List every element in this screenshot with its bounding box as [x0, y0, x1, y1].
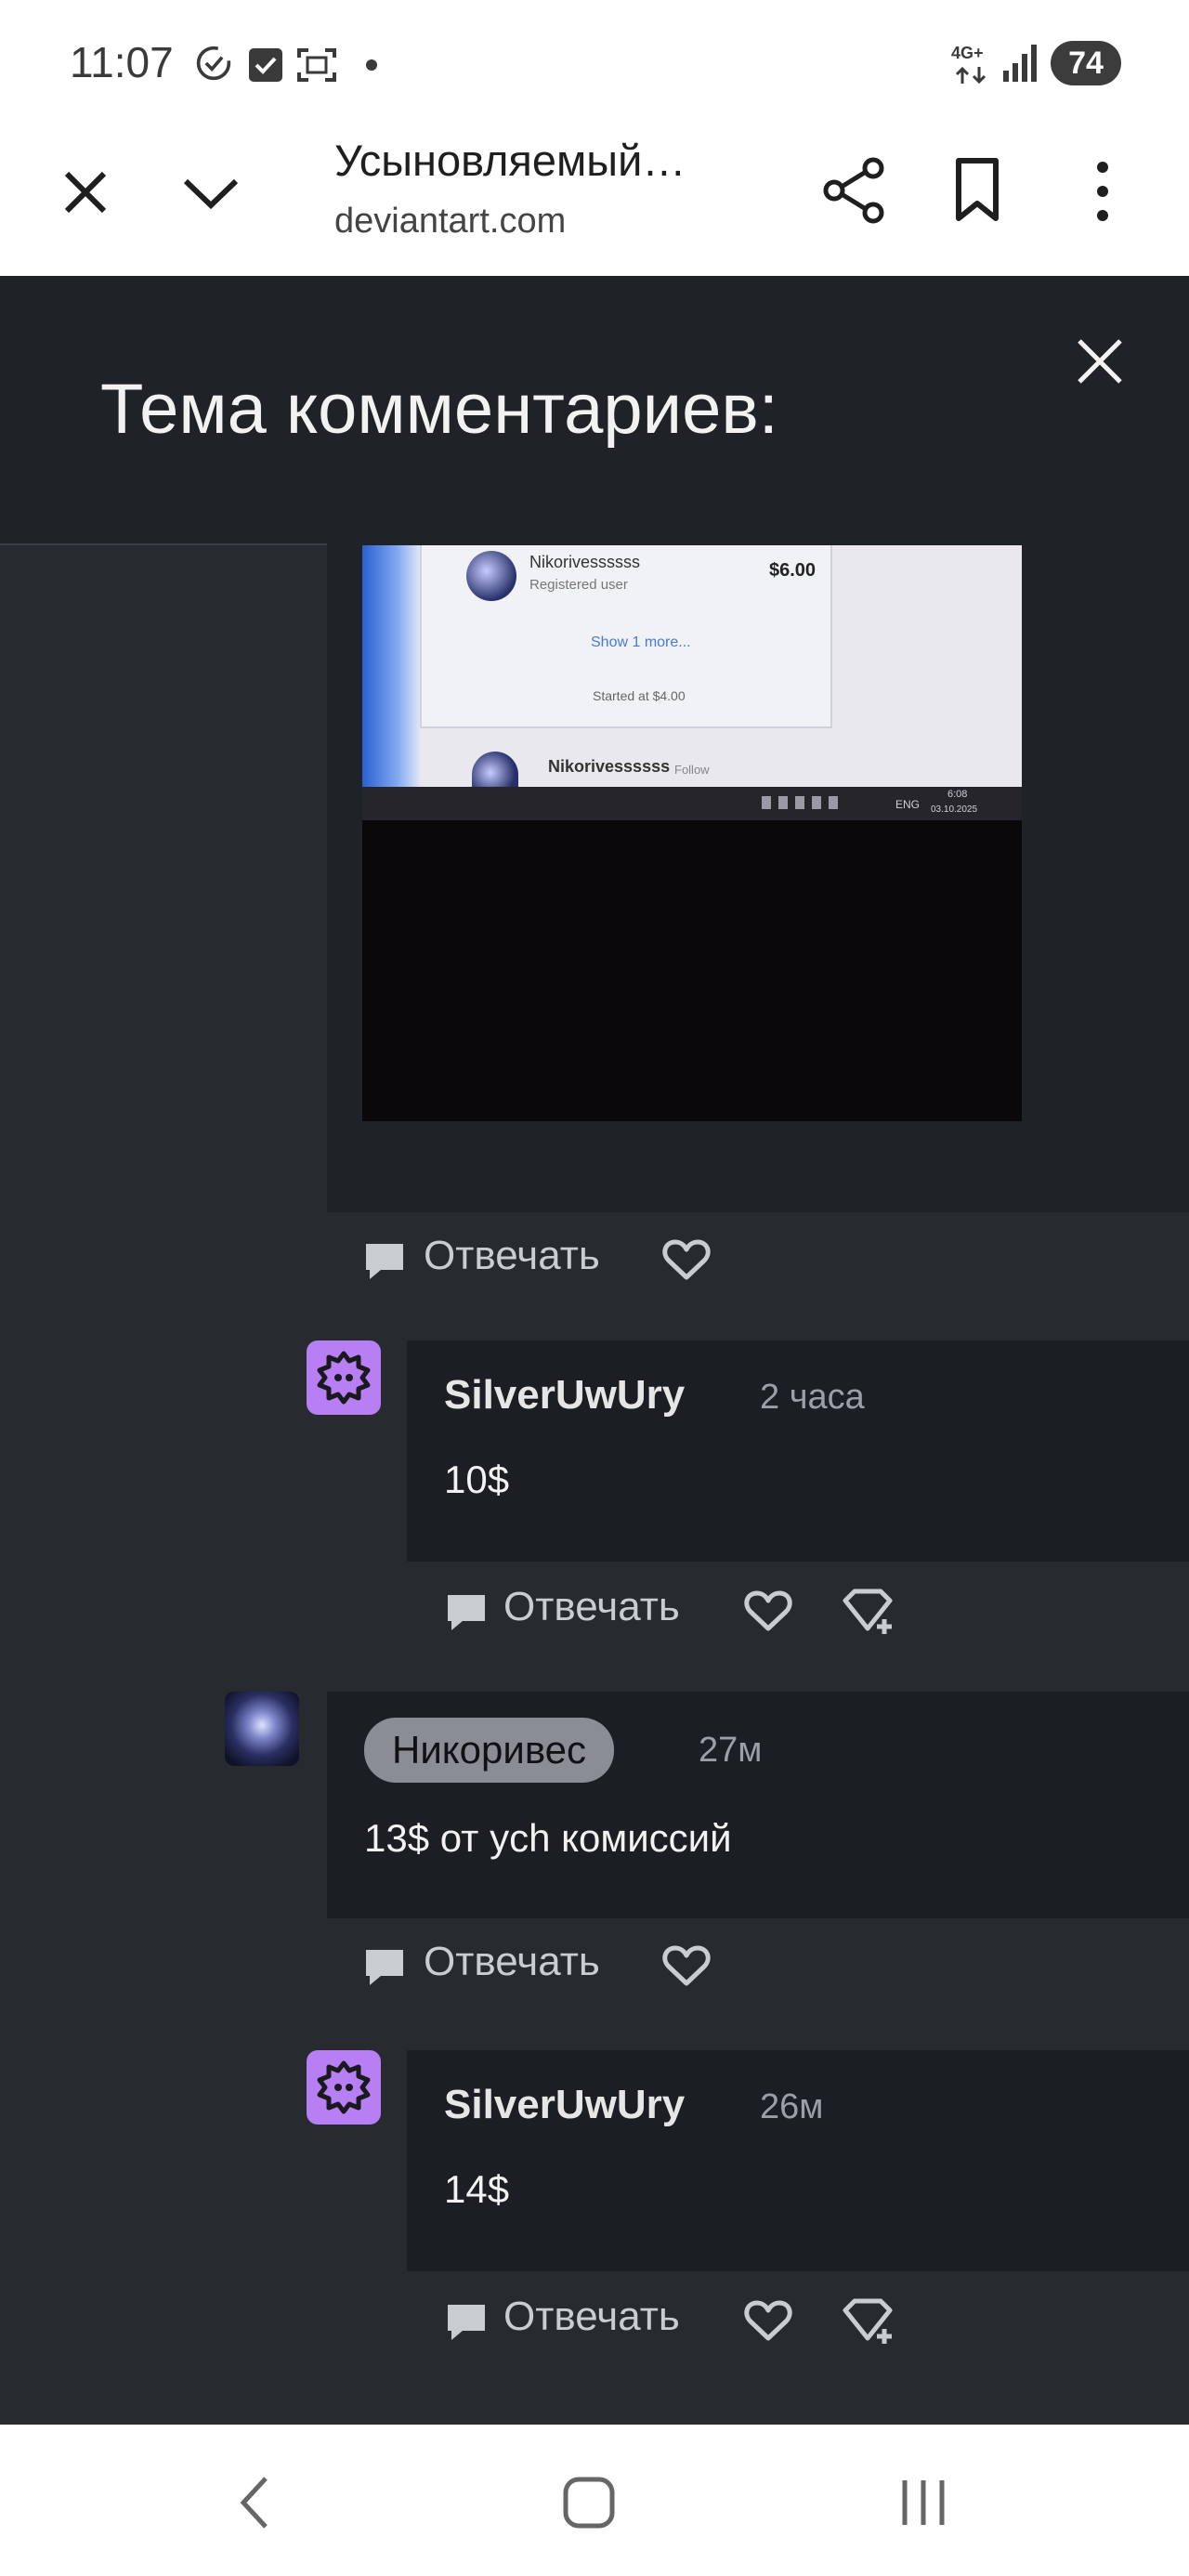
browser-toolbar: Усыновляемый… deviantart.com [0, 125, 1189, 278]
attached-photo[interactable]: Nikorivessssss Registered user $6.00 Sho… [362, 545, 1022, 1121]
chevron-down-icon[interactable] [178, 170, 243, 216]
comment-reply-icon[interactable] [362, 1238, 407, 1283]
comment-username[interactable]: SilverUwUry [444, 2082, 685, 2128]
photo-tray-icons [762, 796, 845, 809]
back-icon[interactable] [236, 2473, 273, 2532]
comment-thread-panel: Тема комментариев: Nikorivessssss Regist… [0, 276, 1189, 2425]
photo-price: $6.00 [769, 560, 817, 581]
comment-username[interactable]: SilverUwUry [444, 1372, 685, 1419]
home-icon[interactable] [561, 2475, 617, 2530]
photo-show-more: Show 1 more... [591, 634, 691, 650]
signal-icon [1003, 45, 1037, 82]
screenshot-icon [297, 48, 336, 82]
panel-title: Тема комментариев: [100, 370, 778, 449]
panel-header: Тема комментариев: [0, 276, 1189, 545]
photo-username-2: Nikorivessssss [548, 757, 671, 776]
photo-taskbar-time: 6:08 [947, 789, 968, 800]
more-options-icon[interactable] [1092, 159, 1113, 224]
share-icon[interactable] [821, 155, 888, 226]
avatar[interactable] [307, 2050, 381, 2125]
photo-follow: Follow [674, 763, 710, 777]
battery-icon: 74 [1051, 41, 1121, 85]
checkbox-icon [249, 48, 282, 82]
network-type: 4G+ [951, 44, 984, 62]
deviant-avatar-icon [317, 1351, 371, 1405]
reply-button[interactable]: Отвечать [424, 1939, 600, 1985]
photo-avatar-1 [466, 551, 516, 601]
avatar[interactable] [307, 1340, 381, 1415]
photo-taskbar [362, 787, 1022, 820]
notification-dot-icon [366, 59, 377, 71]
photo-taskbar-lang: ENG [895, 798, 921, 811]
close-panel-icon[interactable] [1074, 335, 1126, 387]
comment-reply-icon[interactable] [444, 2299, 489, 2344]
heart-icon[interactable] [661, 1238, 712, 1283]
system-nav-bar [0, 2425, 1189, 2576]
close-icon[interactable] [58, 164, 113, 220]
comment-time[interactable]: 2 часа [760, 1378, 865, 1418]
photo-wallpaper [362, 545, 420, 787]
page-title[interactable]: Усыновляемый… [334, 135, 686, 186]
comment-time[interactable]: 26м [760, 2087, 823, 2127]
page-url[interactable]: deviantart.com [334, 202, 566, 242]
comment-text: 13$ от ych комиссий [364, 1816, 732, 1860]
reply-button[interactable]: Отвечать [503, 1584, 680, 1630]
status-time: 11:07 [70, 38, 174, 86]
photo-username-1: Nikorivessssss [529, 553, 641, 571]
heart-icon[interactable] [743, 2299, 793, 2344]
heart-icon[interactable] [743, 1589, 793, 1634]
status-bar: 11:07 4G+ 74 [0, 0, 1189, 125]
bookmark-icon[interactable] [951, 157, 1003, 224]
avatar[interactable] [225, 1692, 299, 1766]
comment-time[interactable]: 27м [699, 1731, 762, 1771]
photo-started-at: Started at $4.00 [593, 688, 686, 703]
reply-button[interactable]: Отвечать [503, 2294, 680, 2340]
reply-button[interactable]: Отвечать [424, 1233, 600, 1279]
comment-username-badge[interactable]: Никоривес [364, 1718, 615, 1783]
comment-text: 14$ [444, 2167, 510, 2211]
comment-text: 10$ [444, 1458, 510, 1501]
photo-taskbar-date: 03.10.2025 [931, 804, 978, 815]
recents-icon[interactable] [897, 2477, 949, 2529]
comment-reply-icon[interactable] [444, 1589, 489, 1634]
comment-reply-icon[interactable] [362, 1944, 407, 1989]
award-badge-icon[interactable] [840, 2297, 895, 2347]
check-circle-icon [196, 46, 231, 81]
heart-icon[interactable] [661, 1944, 712, 1989]
deviant-avatar-icon [317, 2060, 371, 2114]
data-arrows-icon [955, 66, 986, 85]
award-badge-icon[interactable] [840, 1588, 895, 1638]
photo-user-role: Registered user [529, 577, 628, 593]
